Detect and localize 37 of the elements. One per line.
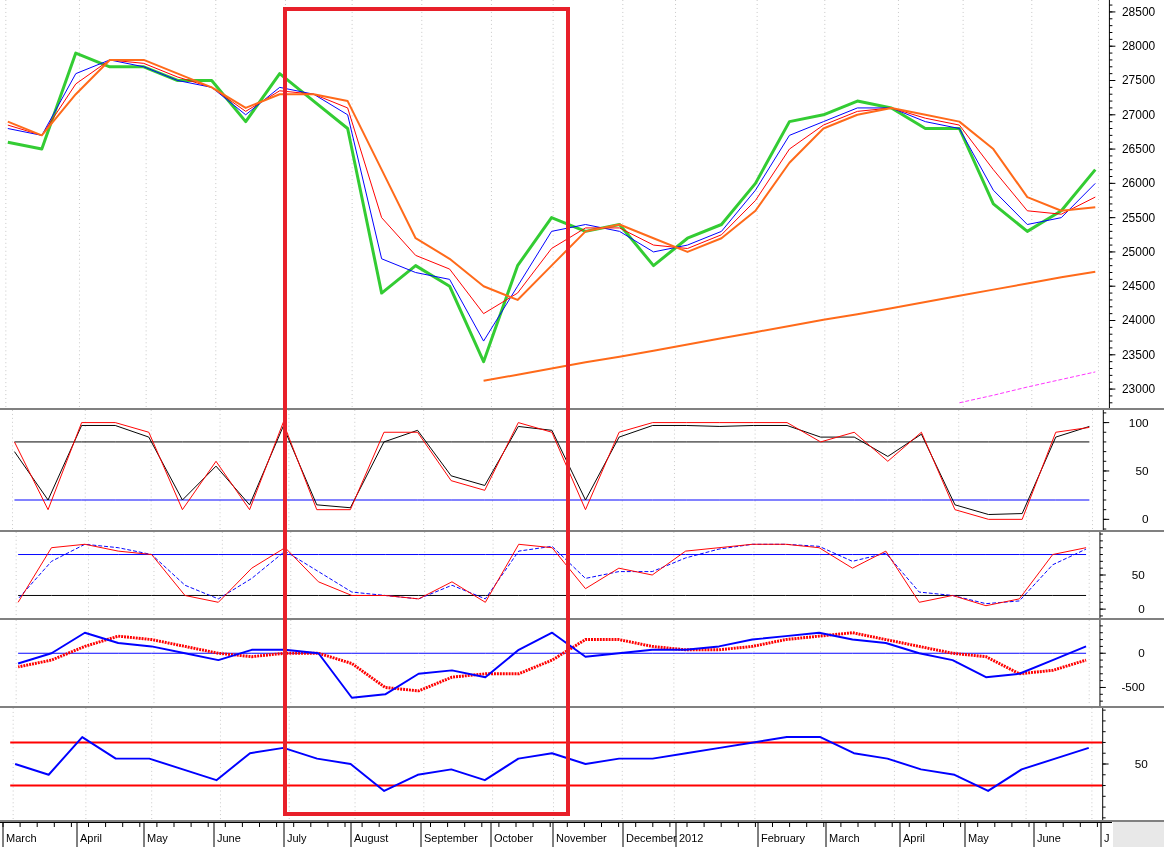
axis-label: 23000 (1122, 382, 1156, 397)
axis-label: 24000 (1122, 313, 1156, 328)
month-label: May (147, 832, 168, 844)
axis-label: 24500 (1122, 279, 1156, 294)
axis-label: 28500 (1122, 4, 1156, 19)
month-label: June (1037, 832, 1061, 844)
month-label: May (968, 832, 989, 844)
month-label: October (494, 832, 534, 844)
month-label: March (829, 832, 860, 844)
month-label: February (761, 832, 806, 844)
axis-label: 0 (1138, 646, 1145, 660)
axis-label: 23500 (1122, 347, 1156, 362)
axis-label: 50 (1131, 567, 1145, 581)
month-label: September (424, 832, 478, 844)
axis-label: 27500 (1122, 73, 1156, 88)
axis-label: 27000 (1122, 107, 1156, 122)
axis-label: 50 (1134, 756, 1148, 770)
month-label: 2012 (679, 832, 704, 844)
axis-label: 50 (1135, 463, 1149, 478)
axis-label: 26500 (1122, 142, 1156, 157)
axis-label: 26000 (1122, 176, 1156, 191)
axis-label: 25000 (1122, 244, 1156, 259)
month-label: April (80, 832, 102, 844)
axis-label: 0 (1142, 512, 1149, 527)
month-label: December (626, 832, 677, 844)
axis-label: 0 (1138, 602, 1145, 616)
axis-label: 28000 (1122, 39, 1156, 54)
month-label: August (354, 832, 389, 844)
axis-label: 25500 (1122, 210, 1156, 225)
month-label: July (287, 832, 307, 844)
axis-label: -500 (1121, 680, 1145, 694)
month-label: April (903, 832, 925, 844)
month-label: November (556, 832, 607, 844)
month-label: J (1104, 832, 1110, 844)
axis-label: 100 (1128, 415, 1149, 430)
month-label: March (6, 832, 37, 844)
month-label: June (217, 832, 241, 844)
